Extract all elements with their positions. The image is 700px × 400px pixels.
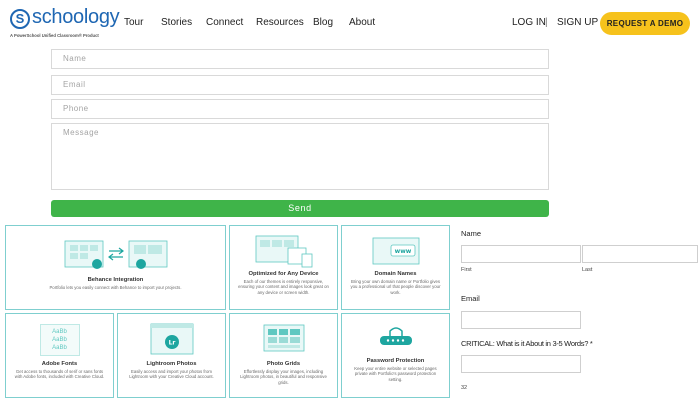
lock-icon — [379, 327, 412, 345]
nav-divider: | — [545, 17, 548, 28]
font-sample: AaBb — [52, 337, 67, 343]
feature-card-behance: Behance Integration Portfolio lets you e… — [5, 225, 226, 310]
www-icon: www — [372, 237, 419, 265]
behance-sync-icon — [64, 240, 167, 269]
message-field[interactable]: Message — [51, 123, 549, 190]
logo-text: schoology — [32, 6, 120, 28]
nav-link-stories[interactable]: Stories — [161, 17, 192, 28]
card-title: Optimized for Any Device — [248, 271, 319, 277]
card-description: Effortlessly display your images, includ… — [240, 369, 327, 385]
font-sample: AaBb — [52, 329, 67, 335]
card-description: Bring your own domain name or Portfolio … — [350, 279, 441, 295]
fonts-icon: AaBb AaBb AaBb — [39, 324, 80, 356]
feature-card-domain: www Domain Names Bring your own domain n… — [341, 225, 450, 310]
devices-icon — [255, 235, 312, 268]
last-name-input[interactable] — [582, 245, 698, 263]
name-field[interactable]: Name — [51, 49, 549, 69]
side-name-label: Name — [461, 229, 482, 238]
card-title: Adobe Fonts — [41, 361, 78, 367]
card-title: Lightroom Photos — [146, 361, 197, 367]
phone-field[interactable]: Phone — [51, 99, 549, 119]
nav-link-connect[interactable]: Connect — [206, 17, 243, 28]
card-description: Keep your entire website or selected pag… — [354, 366, 437, 382]
feature-card-password: Password Protection Keep your entire web… — [341, 313, 450, 398]
lightroom-icon: Lr — [150, 323, 193, 355]
feature-card-lightroom: Lr Lightroom Photos Easily access and im… — [117, 313, 226, 398]
send-button[interactable]: Send — [51, 200, 549, 217]
logo-mark-icon: S — [10, 9, 30, 29]
top-navigation: S schoology A PowerSchool Unified Classr… — [0, 0, 700, 48]
critical-question-label: CRITICAL: What is it About in 3-5 Words?… — [461, 339, 593, 348]
feature-card-grids: Photo Grids Effortlessly display your im… — [229, 313, 338, 398]
lightroom-badge: Lr — [168, 340, 175, 347]
character-counter: 32 — [461, 385, 468, 391]
card-title: Password Protection — [366, 358, 425, 364]
card-description: Portfolio lets you easily connect with B… — [49, 285, 182, 290]
grid-icon — [263, 324, 304, 352]
logo-tagline: A PowerSchool Unified Classroom® Product — [10, 33, 99, 38]
card-title: Behance Integration — [87, 277, 144, 283]
first-sublabel: First — [461, 267, 472, 273]
schoology-logo[interactable]: S schoology A PowerSchool Unified Classr… — [10, 6, 120, 43]
nav-link-tour[interactable]: Tour — [124, 17, 143, 28]
font-sample: AaBb — [52, 345, 67, 351]
card-description: Each of our themes is entirely responsiv… — [238, 279, 329, 295]
critical-question-input[interactable] — [461, 355, 581, 373]
signup-link[interactable]: SIGN UP — [557, 17, 598, 28]
nav-link-resources[interactable]: Resources — [256, 17, 304, 28]
login-link[interactable]: LOG IN — [512, 17, 546, 28]
feature-card-fonts: AaBb AaBb AaBb Adobe Fonts Get access to… — [5, 313, 114, 398]
card-title: Domain Names — [374, 271, 417, 277]
side-email-input[interactable] — [461, 311, 581, 329]
card-title: Photo Grids — [266, 361, 301, 367]
nav-link-blog[interactable]: Blog — [313, 17, 333, 28]
card-description: Easily access and import your photos fro… — [129, 369, 214, 380]
request-demo-button[interactable]: REQUEST A DEMO — [600, 12, 690, 35]
last-sublabel: Last — [582, 267, 593, 273]
feature-card-devices: Optimized for Any Device Each of our the… — [229, 225, 338, 310]
email-field[interactable]: Email — [51, 75, 549, 95]
svg-text:www: www — [394, 248, 411, 255]
first-name-input[interactable] — [461, 245, 581, 263]
nav-link-about[interactable]: About — [349, 17, 375, 28]
side-email-label: Email — [461, 294, 480, 303]
card-description: Get access to thousands of serif or sans… — [14, 369, 105, 380]
